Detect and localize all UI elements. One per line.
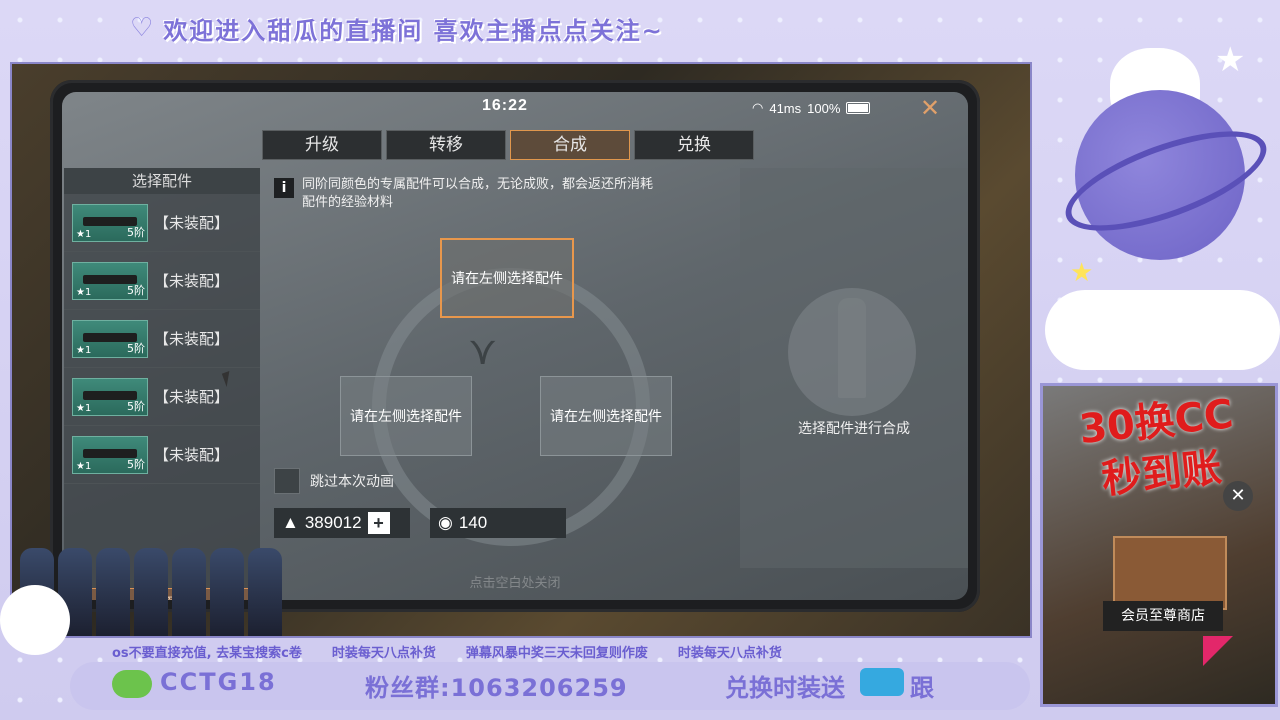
tab-bar: 升级 转移 合成 兑换: [262, 130, 754, 160]
star-count: ★1: [76, 228, 92, 240]
part-thumbnail: ★1 5阶: [72, 261, 148, 300]
part-level: 5阶: [127, 399, 145, 413]
star-icon: ★: [1215, 40, 1246, 80]
exchange-text: 兑换时装送: [725, 674, 845, 702]
heart-wings-icon: ♡: [130, 13, 154, 43]
fan-group: 粉丝群:1063206259: [365, 674, 628, 702]
wifi-icon: ◠: [752, 100, 764, 115]
part-thumbnail: ★1 5阶: [72, 319, 148, 358]
badge-icon: [860, 668, 904, 696]
part-item[interactable]: ★1 5阶 【未装配】: [64, 426, 260, 484]
tab-synthesize[interactable]: 合成: [510, 130, 630, 160]
battery-percent: 100%: [807, 100, 841, 116]
part-item[interactable]: ★1 5阶 【未装配】: [64, 310, 260, 368]
ticker-item: 时装每天八点补货: [331, 645, 436, 661]
part-level: 5阶: [127, 457, 145, 471]
gold-icon: ▲: [282, 513, 299, 532]
skip-animation-row: 跳过本次动画: [274, 468, 394, 494]
part-label: 【未装配】: [154, 330, 230, 348]
synthesis-logo-icon: ⋎: [468, 328, 498, 374]
battery-icon: [846, 102, 871, 114]
star-count: ★1: [76, 460, 92, 472]
slot-top[interactable]: 请在左侧选择配件: [440, 238, 574, 318]
cursor-arrow-icon: [1203, 636, 1233, 666]
synthesis-area: i 同阶同颜色的专属配件可以合成，无论成败，都会返还所消耗配件的经验材料 ⋎ 请…: [262, 168, 740, 568]
part-label: 【未装配】: [154, 446, 230, 464]
status-right: ◠ 41ms 100%: [752, 100, 871, 116]
part-thumbnail: ★1 5阶: [72, 435, 148, 474]
follow-text: 跟: [910, 674, 934, 702]
ticker-item: 弹幕风暴中奖三天未回复则作废: [465, 645, 648, 661]
wechat-id: CCTG18: [160, 668, 277, 696]
cloud-decoration: [1045, 290, 1280, 370]
part-level: 5阶: [127, 225, 145, 239]
tablet-device: 16:22 ◠ 41ms 100% ✕ 升级 转移 合成 兑换 选择配件 ★1 5…: [50, 80, 980, 612]
close-icon[interactable]: ✕: [920, 94, 940, 122]
skip-animation-label: 跳过本次动画: [310, 474, 394, 490]
top-banner: ♡ 欢迎进入甜瓜的直播间 喜欢主播点点关注~: [130, 8, 664, 48]
gold-amount: 389012: [304, 513, 362, 532]
part-item[interactable]: ★1 5阶 【未装配】: [64, 194, 260, 252]
add-gold-button[interactable]: +: [367, 512, 390, 534]
game-screen: 16:22 ◠ 41ms 100% ✕ 升级 转移 合成 兑换 选择配件 ★1 5…: [62, 92, 968, 600]
ticker-item: 时装每天八点补货: [677, 645, 782, 661]
ad-shop-label: 会员至尊商店: [1103, 601, 1223, 631]
soldier-silhouette-icon: [788, 288, 916, 416]
status-bar: 16:22 ◠ 41ms 100% ✕: [62, 92, 968, 122]
tab-exchange[interactable]: 兑换: [634, 130, 754, 160]
preview-panel: 选择配件进行合成: [740, 168, 968, 568]
part-level: 5阶: [127, 283, 145, 297]
signal-latency: 41ms: [769, 100, 802, 116]
slot-left[interactable]: 请在左侧选择配件: [340, 376, 472, 456]
preview-text: 选择配件进行合成: [798, 421, 910, 437]
ticket-icon: ◉: [438, 513, 453, 532]
tab-transfer[interactable]: 转移: [386, 130, 506, 160]
part-thumbnail: ★1 5阶: [72, 377, 148, 416]
welcome-text: 欢迎进入甜瓜的直播间 喜欢主播点点关注~: [163, 16, 664, 45]
part-thumbnail: ★1 5阶: [72, 203, 148, 242]
gift-box-icon: [1113, 536, 1227, 610]
ticket-amount: 140: [458, 513, 488, 532]
bunny-decoration: [0, 585, 70, 655]
skip-animation-checkbox[interactable]: [274, 468, 300, 494]
character-figure: [134, 548, 168, 636]
ad-panel[interactable]: 30换CC 秒到账 ✕ 会员至尊商店: [1040, 383, 1278, 707]
star-count: ★1: [76, 402, 92, 414]
gold-currency: ▲ 389012 +: [274, 508, 410, 538]
part-label: 【未装配】: [154, 214, 230, 232]
part-level: 5阶: [127, 341, 145, 355]
info-text: 同阶同颜色的专属配件可以合成，无论成败，都会返还所消耗配件的经验材料: [302, 177, 654, 210]
info-icon: i: [274, 178, 294, 198]
ticket-currency: ◉ 140: [430, 508, 566, 538]
part-label: 【未装配】: [154, 388, 230, 406]
parts-panel-title: 选择配件: [64, 168, 260, 194]
ticker-item: os不要直接充值, 去某宝搜索c卷: [112, 645, 302, 661]
star-count: ★1: [76, 286, 92, 298]
star-icon: ★: [1070, 258, 1094, 288]
star-count: ★1: [76, 344, 92, 356]
ad-close-icon[interactable]: ✕: [1223, 481, 1253, 511]
slot-right[interactable]: 请在左侧选择配件: [540, 376, 672, 456]
character-figure: [172, 548, 206, 636]
tab-upgrade[interactable]: 升级: [262, 130, 382, 160]
part-label: 【未装配】: [154, 272, 230, 290]
clock: 16:22: [482, 97, 528, 114]
scrolling-ticker: os不要直接充值, 去某宝搜索c卷 时装每天八点补货 弹幕风暴中奖三天未回复则作…: [112, 640, 972, 662]
character-figure: [210, 548, 244, 636]
part-item[interactable]: ★1 5阶 【未装配】: [64, 252, 260, 310]
character-figure: [248, 548, 282, 636]
character-figure: [96, 548, 130, 636]
wechat-icon: [112, 670, 152, 698]
